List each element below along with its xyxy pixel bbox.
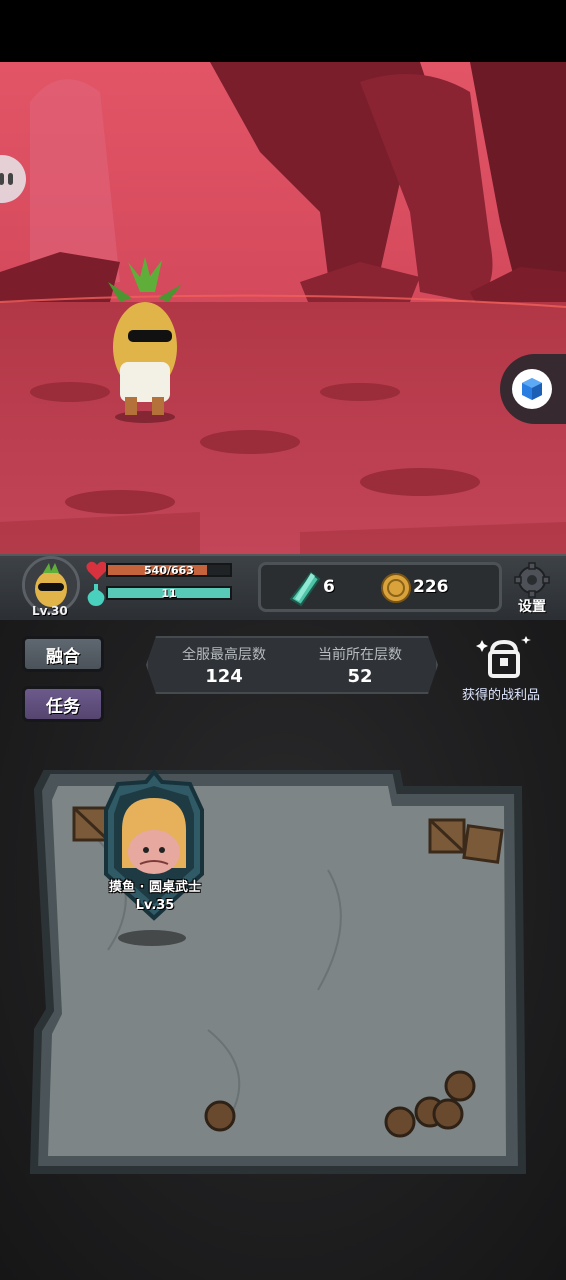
hp-bar: 540/663 — [106, 563, 232, 577]
player-level: Lv.30 — [32, 604, 68, 618]
hp-text: 540/663 — [144, 564, 194, 577]
coin-icon — [381, 573, 411, 603]
settings-label: 设置 — [518, 599, 546, 615]
server-best-floor-value: 124 — [205, 666, 243, 687]
current-floor-label: 当前所在层数 — [318, 647, 402, 663]
hud-bar: Lv.30 540/663 11 6 226 设置 — [0, 554, 566, 624]
enemy-portrait — [104, 768, 204, 946]
gear-icon — [514, 562, 550, 598]
dungeon-panel: 融合 任务 全服最高层数 124 当前所在层数 52 获得的战利品 — [0, 620, 566, 1280]
enemy-card[interactable]: 摸鱼 · 圆桌武士 Lv.35 — [92, 768, 218, 950]
fusion-button[interactable]: 融合 — [22, 636, 104, 672]
enemy-level: Lv.35 — [135, 898, 175, 913]
floating-app-button[interactable] — [500, 354, 566, 424]
crate-icon — [428, 818, 466, 854]
currency-panel: 6 226 — [258, 562, 502, 612]
task-button[interactable]: 任务 — [22, 686, 104, 722]
gem-count: 6 — [323, 577, 335, 597]
cube-app-icon — [512, 369, 552, 409]
pause-bar-icon — [0, 173, 4, 185]
mp-text: 11 — [161, 587, 177, 600]
floor-info-panel: 全服最高层数 124 当前所在层数 52 — [146, 636, 438, 694]
settings-button[interactable]: 设置 — [512, 562, 558, 618]
server-best-floor-label: 全服最高层数 — [182, 647, 266, 663]
crate-icon — [462, 824, 504, 864]
coin-count: 226 — [413, 577, 449, 597]
loot-label: 获得的战利品 — [462, 688, 541, 703]
current-floor-value: 52 — [347, 666, 373, 687]
heart-icon — [86, 561, 108, 580]
status-bar — [0, 0, 566, 62]
mp-bar: 11 — [106, 586, 232, 600]
enemy-name: 摸鱼 · 圆桌武士 — [109, 880, 201, 895]
potion-icon — [87, 584, 105, 606]
pause-bar-icon — [8, 173, 13, 185]
battle-scene — [0, 62, 566, 554]
treasure-chest-icon — [476, 636, 531, 678]
volcanic-background — [0, 62, 566, 554]
loot-button[interactable]: 获得的战利品 — [458, 630, 554, 706]
gem-icon — [289, 571, 321, 607]
